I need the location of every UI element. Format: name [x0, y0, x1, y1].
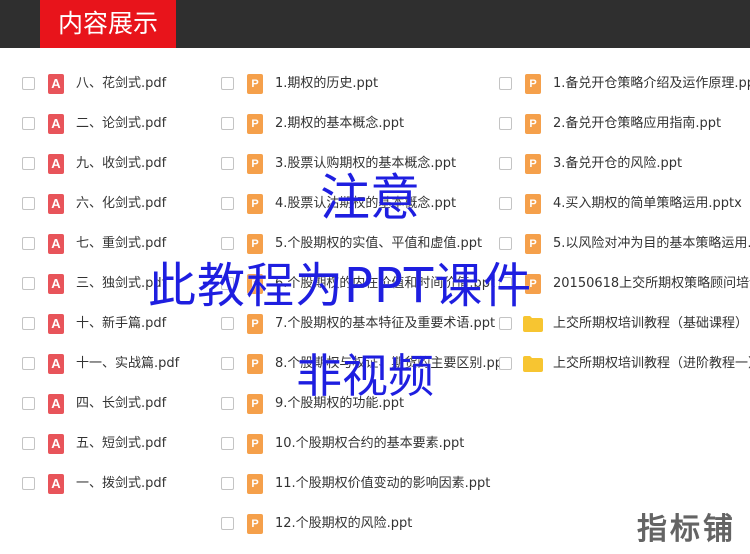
folder-icon	[522, 315, 544, 335]
ppt-icon: P	[525, 194, 541, 214]
file-row[interactable]: P 3.备兑开仓的风险.ppt	[499, 144, 750, 184]
file-checkbox[interactable]	[22, 397, 35, 410]
file-name[interactable]: 四、长剑式.pdf	[76, 384, 166, 424]
pdf-icon: A	[48, 474, 64, 494]
file-row[interactable]: P 11.个股期权价值变动的影响因素.ppt	[221, 464, 490, 504]
ppt-icon: P	[525, 114, 541, 134]
file-checkbox[interactable]	[22, 197, 35, 210]
file-row[interactable]: 上交所期权培训教程（进阶教程一）	[499, 344, 750, 384]
ppt-icon: P	[525, 74, 541, 94]
pdf-icon: A	[48, 274, 64, 294]
ppt-icon: P	[247, 474, 263, 494]
file-name[interactable]: 3.备兑开仓的风险.ppt	[553, 144, 682, 184]
watermark-logo: 指标铺	[637, 512, 736, 547]
file-name[interactable]: 4.买入期权的简单策略运用.pptx	[553, 184, 742, 224]
pdf-icon: A	[48, 74, 64, 94]
ppt-icon: P	[247, 314, 263, 334]
file-row[interactable]: P 2.备兑开仓策略应用指南.ppt	[499, 104, 750, 144]
ppt-icon: P	[525, 154, 541, 174]
file-row[interactable]: 上交所期权培训教程（基础课程）	[499, 304, 750, 344]
file-checkbox[interactable]	[221, 437, 234, 450]
file-name[interactable]: 一、拨剑式.pdf	[76, 464, 166, 504]
ppt-icon: P	[247, 194, 263, 214]
ppt-icon: P	[247, 114, 263, 134]
file-name[interactable]: 六、化剑式.pdf	[76, 184, 166, 224]
file-name[interactable]: 二、论剑式.pdf	[76, 104, 166, 144]
file-checkbox[interactable]	[22, 477, 35, 490]
overlay-notice-subtext: 非视频	[296, 349, 434, 403]
overlay-notice-title: 注意	[320, 169, 420, 227]
file-checkbox[interactable]	[221, 477, 234, 490]
file-checkbox[interactable]	[221, 157, 234, 170]
file-checkbox[interactable]	[221, 397, 234, 410]
ppt-icon: P	[247, 354, 263, 374]
file-checkbox[interactable]	[22, 437, 35, 450]
ppt-icon: P	[247, 74, 263, 94]
file-name[interactable]: 1.期权的历史.ppt	[275, 64, 378, 104]
file-name[interactable]: 上交所期权培训教程（进阶教程一）	[553, 344, 750, 384]
file-checkbox[interactable]	[22, 277, 35, 290]
file-checkbox[interactable]	[22, 157, 35, 170]
file-row[interactable]: P 1.备兑开仓策略介绍及运作原理.ppt	[499, 64, 750, 104]
file-checkbox[interactable]	[221, 197, 234, 210]
pdf-icon: A	[48, 394, 64, 414]
ppt-icon: P	[247, 394, 263, 414]
folder-icon-shape	[523, 316, 543, 332]
file-name[interactable]: 九、收剑式.pdf	[76, 144, 166, 184]
file-name[interactable]: 五、短剑式.pdf	[76, 424, 166, 464]
header-bar: 内容展示	[0, 0, 750, 48]
file-checkbox[interactable]	[499, 317, 512, 330]
file-row[interactable]: P 10.个股期权合约的基本要素.ppt	[221, 424, 481, 464]
folder-icon-shape	[523, 356, 543, 372]
pdf-icon: A	[48, 234, 64, 254]
file-checkbox[interactable]	[22, 77, 35, 90]
page-title: 内容展示	[40, 0, 176, 48]
file-name[interactable]: 2.期权的基本概念.ppt	[275, 104, 404, 144]
file-checkbox[interactable]	[221, 317, 234, 330]
file-checkbox[interactable]	[499, 157, 512, 170]
file-name[interactable]: 八、花剑式.pdf	[76, 64, 166, 104]
file-row[interactable]: P 4.买入期权的简单策略运用.pptx	[499, 184, 750, 224]
file-checkbox[interactable]	[221, 357, 234, 370]
file-name[interactable]: 10.个股期权合约的基本要素.ppt	[275, 424, 464, 464]
file-checkbox[interactable]	[22, 317, 35, 330]
file-checkbox[interactable]	[499, 77, 512, 90]
file-checkbox[interactable]	[221, 117, 234, 130]
overlay-notice-text: 此教程为PPT课件	[148, 258, 533, 314]
folder-icon	[522, 355, 544, 375]
file-checkbox[interactable]	[22, 117, 35, 130]
file-row[interactable]: P 12.个股期权的风险.ppt	[221, 504, 481, 544]
file-row[interactable]: P5.以风险对冲为目的基本策略运用.ppt	[499, 224, 750, 264]
file-name[interactable]: 5.以风险对冲为目的基本策略运用.ppt	[553, 224, 750, 264]
file-row[interactable]: P20150618上交所期权策略顾问培训班	[499, 264, 750, 304]
ppt-icon: P	[247, 514, 263, 534]
file-name[interactable]: 上交所期权培训教程（基础课程）	[553, 304, 748, 344]
file-checkbox[interactable]	[22, 237, 35, 250]
file-checkbox[interactable]	[499, 357, 512, 370]
ppt-icon: P	[247, 154, 263, 174]
file-name[interactable]: 11.个股期权价值变动的影响因素.ppt	[275, 464, 490, 504]
file-checkbox[interactable]	[221, 77, 234, 90]
file-checkbox[interactable]	[499, 197, 512, 210]
file-column-3: P 1.备兑开仓策略介绍及运作原理.ppt P 2.备兑开仓策略应用指南.ppt P 3.…	[499, 64, 750, 384]
file-name[interactable]: 1.备兑开仓策略介绍及运作原理.ppt	[553, 64, 750, 104]
file-name[interactable]: 20150618上交所期权策略顾问培训班	[553, 264, 750, 304]
pdf-icon: A	[48, 114, 64, 134]
file-name[interactable]: 十一、实战篇.pdf	[76, 344, 179, 384]
file-name[interactable]: 12.个股期权的风险.ppt	[275, 504, 412, 544]
file-row[interactable]: P 1.期权的历史.ppt	[221, 64, 481, 104]
file-checkbox[interactable]	[221, 517, 234, 530]
pdf-icon: A	[48, 194, 64, 214]
pdf-icon: A	[48, 434, 64, 454]
file-checkbox[interactable]	[499, 117, 512, 130]
file-checkbox[interactable]	[22, 357, 35, 370]
pdf-icon: A	[48, 154, 64, 174]
file-name[interactable]: 2.备兑开仓策略应用指南.ppt	[553, 104, 721, 144]
file-row[interactable]: P 2.期权的基本概念.ppt	[221, 104, 481, 144]
pdf-icon: A	[48, 314, 64, 334]
ppt-icon: P	[247, 434, 263, 454]
pdf-icon: A	[48, 354, 64, 374]
